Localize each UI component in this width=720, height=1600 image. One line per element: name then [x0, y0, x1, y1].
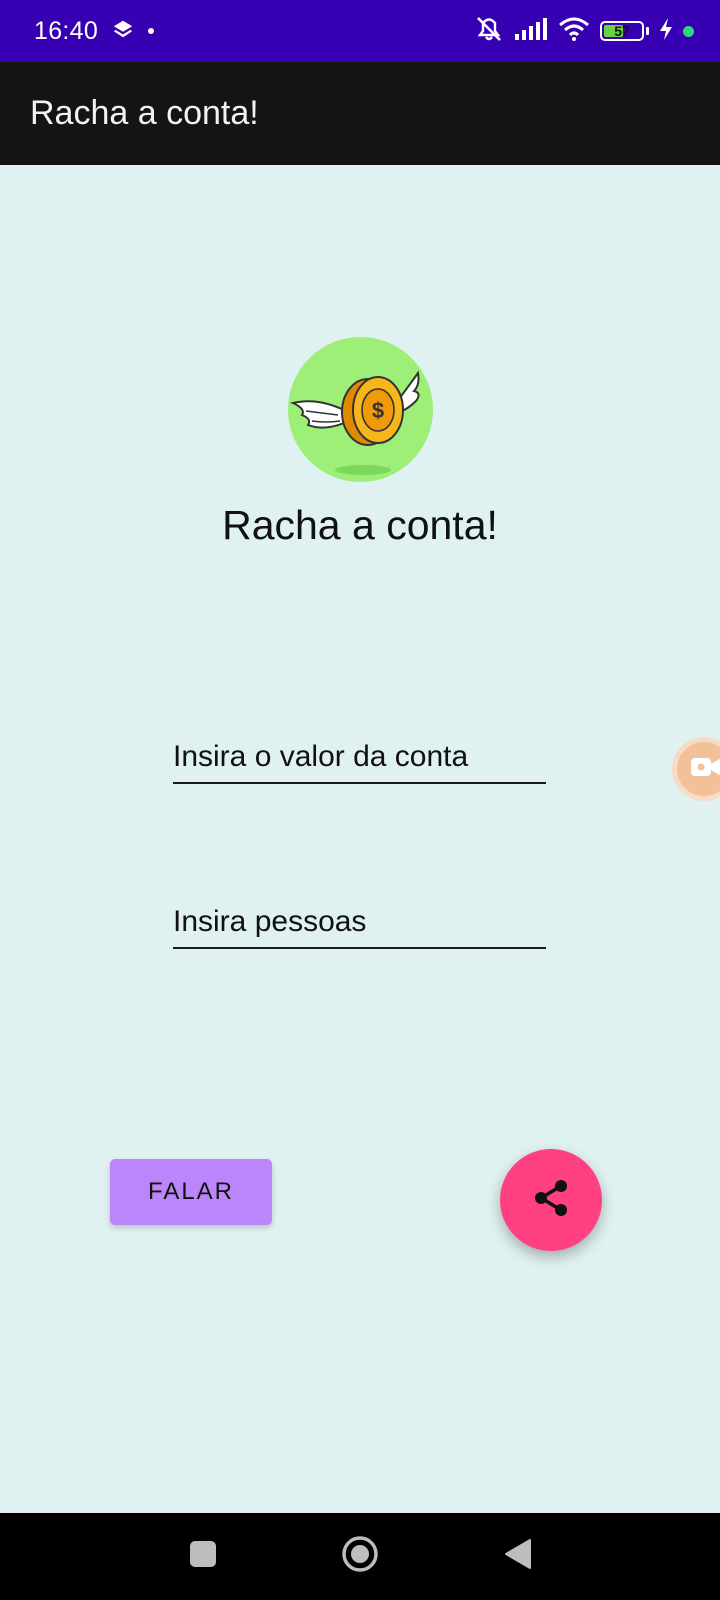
screen-record-icon — [691, 756, 720, 783]
battery-cap — [646, 27, 649, 35]
pessoas-field[interactable] — [173, 897, 546, 949]
layers-icon — [112, 18, 134, 45]
status-time: 16:40 — [34, 16, 99, 45]
home-circle-icon — [341, 1535, 379, 1578]
home-button[interactable] — [339, 1535, 381, 1577]
pessoas-input[interactable] — [173, 905, 546, 939]
status-bar: 16:40 57 — [0, 0, 720, 62]
svg-text:$: $ — [372, 398, 384, 423]
screen-record-bubble[interactable] — [672, 737, 720, 801]
status-right: 57 — [474, 16, 694, 47]
battery-icon: 57 — [600, 21, 644, 41]
mute-icon — [474, 16, 504, 47]
status-left: 16:40 — [34, 16, 155, 46]
flying-coin-icon: $ — [288, 337, 433, 482]
battery-level: 57 — [614, 23, 630, 39]
wifi-icon — [558, 17, 590, 46]
square-icon — [189, 1540, 217, 1573]
privacy-indicator-dot — [683, 25, 694, 37]
notification-dot-icon — [148, 28, 155, 34]
signal-icon — [514, 17, 548, 45]
valor-field[interactable] — [173, 732, 546, 784]
app-bar-title: Racha a conta! — [30, 94, 259, 132]
app-bar: Racha a conta! — [0, 62, 720, 165]
back-button[interactable] — [497, 1535, 539, 1577]
screen: 16:40 57 Racha a conta! $ Racha a conta!… — [0, 0, 720, 1600]
valor-input[interactable] — [173, 740, 546, 774]
back-triangle-icon — [504, 1538, 532, 1575]
charging-bolt-icon — [659, 17, 673, 45]
recents-button[interactable] — [182, 1535, 224, 1577]
falar-button[interactable]: FALAR — [110, 1159, 272, 1225]
headline: Racha a conta! — [222, 502, 498, 548]
share-button[interactable] — [500, 1149, 602, 1251]
navigation-bar — [0, 1513, 720, 1600]
share-icon — [532, 1178, 570, 1223]
